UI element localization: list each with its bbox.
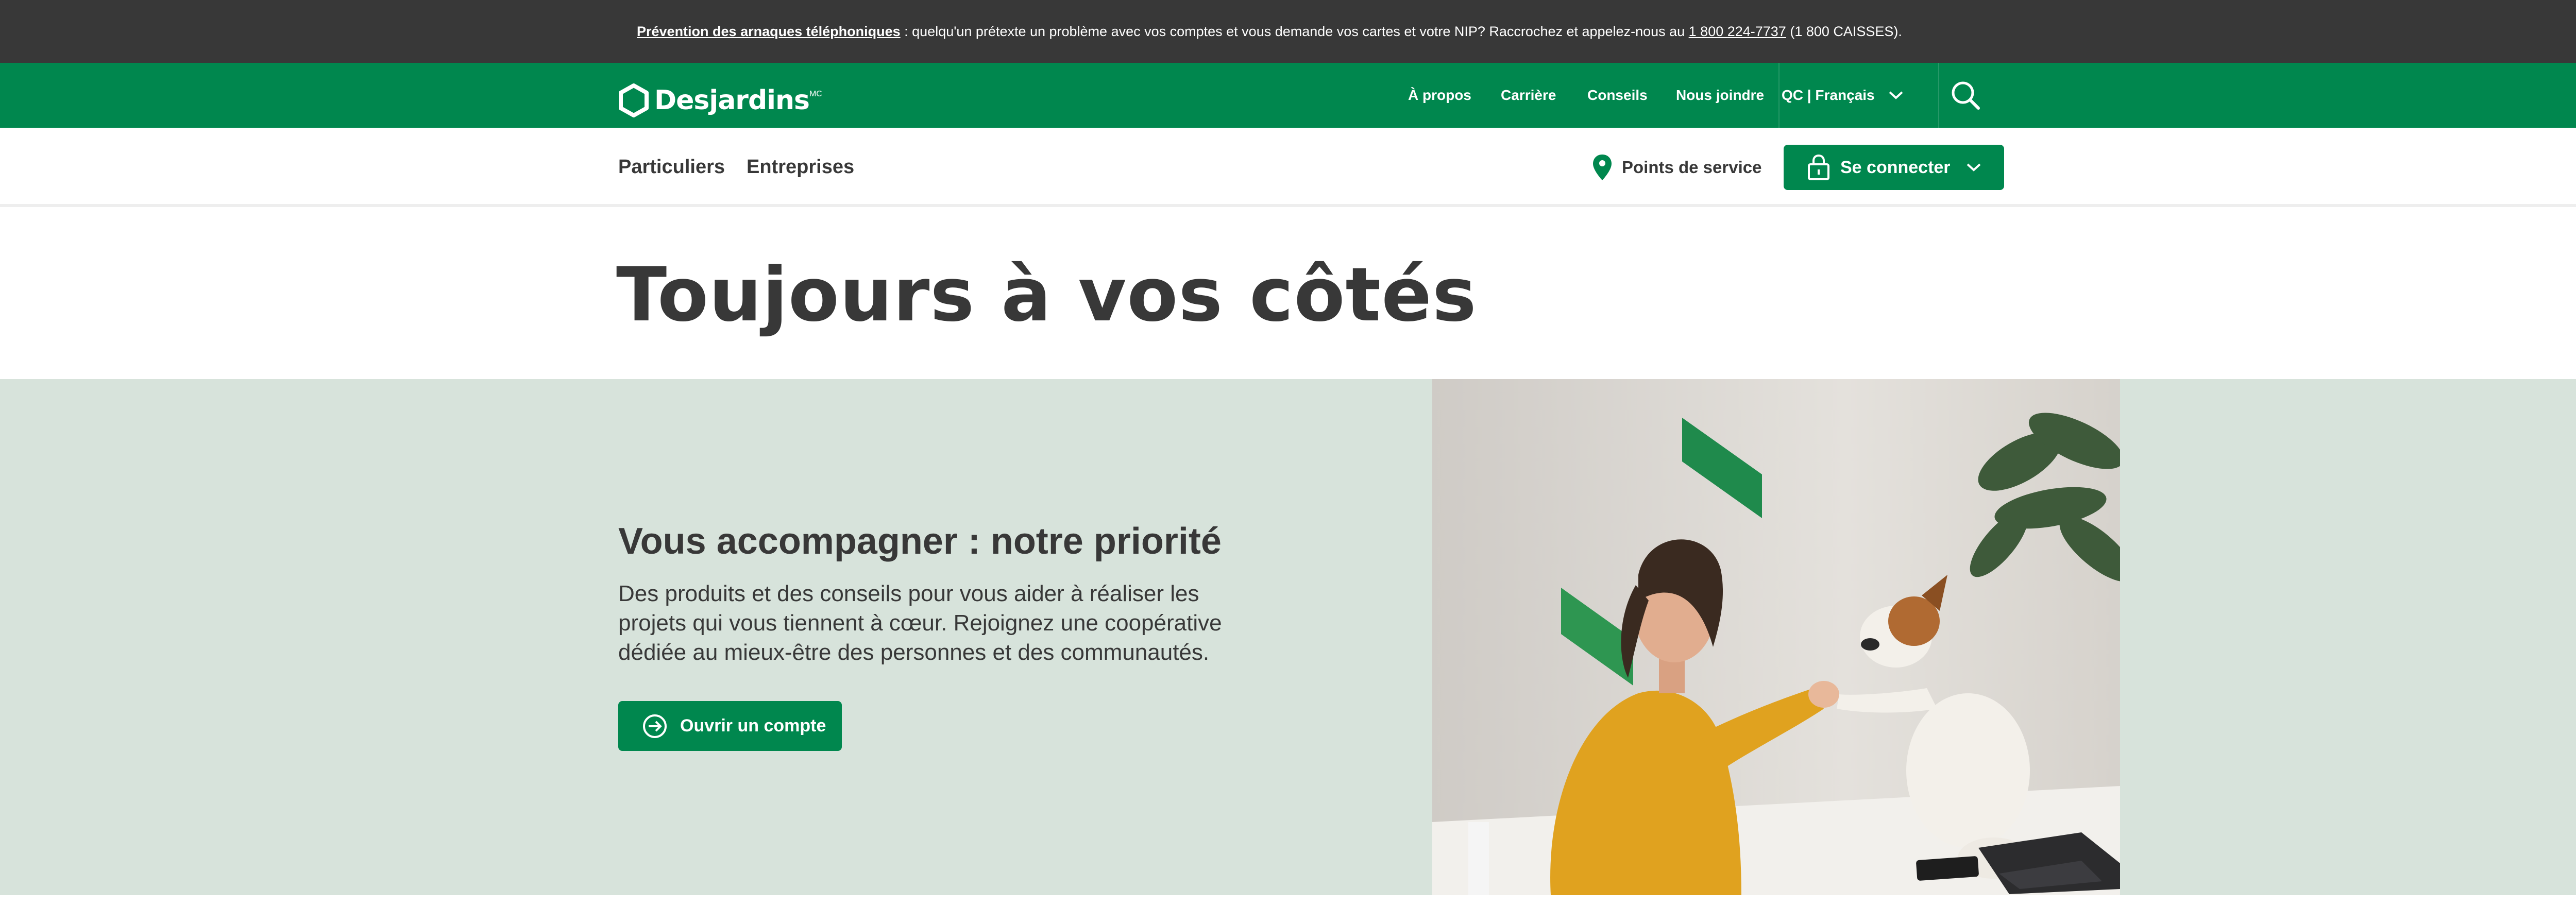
logo-wordmark: Desjardins (654, 85, 810, 116)
map-pin-icon (1593, 155, 1612, 180)
alert-banner: Prévention des arnaques téléphoniques : … (0, 0, 2576, 63)
chevron-down-icon (1889, 91, 1903, 99)
search-icon[interactable] (1948, 78, 1982, 112)
open-account-label: Ouvrir un compte (680, 716, 826, 736)
top-navigation-bar (0, 63, 2576, 128)
alert-text: : quelqu'un prétexte un problème avec vo… (900, 24, 1689, 39)
nav-divider (1778, 63, 1780, 128)
nav-divider (1938, 63, 1939, 128)
feature-section (0, 379, 2576, 895)
logo-trademark: MC (809, 90, 822, 98)
topnav-a-propos[interactable]: À propos (1408, 63, 1471, 128)
lock-icon (1808, 154, 1829, 180)
nav-particuliers[interactable]: Particuliers (618, 128, 725, 206)
main-navigation (0, 128, 2576, 207)
hero-photo (1432, 379, 2120, 895)
section-description: Des produits et des conseils pour vous a… (618, 581, 1222, 665)
language-selector[interactable]: QC | Français (1782, 63, 1936, 128)
open-account-button[interactable]: Ouvrir un compte (618, 701, 842, 751)
page-title: Toujours à vos côtés (616, 251, 1477, 338)
hexagon-logo-icon (619, 83, 649, 117)
topnav-nous-joindre[interactable]: Nous joindre (1676, 63, 1764, 128)
chevron-down-icon (1967, 163, 1980, 172)
points-de-service-link[interactable]: Points de service (1592, 152, 1761, 182)
section-title: Vous accompagner : notre priorité (618, 521, 1222, 562)
nav-entreprises[interactable]: Entreprises (747, 128, 854, 206)
topnav-conseils[interactable]: Conseils (1587, 63, 1648, 128)
language-label: QC | Français (1782, 87, 1875, 103)
alert-message: Prévention des arnaques téléphoniques : … (637, 0, 1902, 63)
login-label: Se connecter (1840, 157, 1951, 177)
login-button[interactable]: Se connecter (1784, 145, 2004, 190)
arrow-circle-icon (643, 714, 667, 738)
desjardins-logo[interactable]: Desjardins MC (618, 82, 822, 118)
alert-phone-link[interactable]: 1 800 224-7737 (1689, 24, 1786, 39)
alert-phone-suffix: (1 800 CAISSES). (1786, 24, 1902, 39)
alert-link[interactable]: Prévention des arnaques téléphoniques (637, 24, 901, 39)
points-label: Points de service (1622, 158, 1762, 177)
topnav-carriere[interactable]: Carrière (1501, 63, 1556, 128)
